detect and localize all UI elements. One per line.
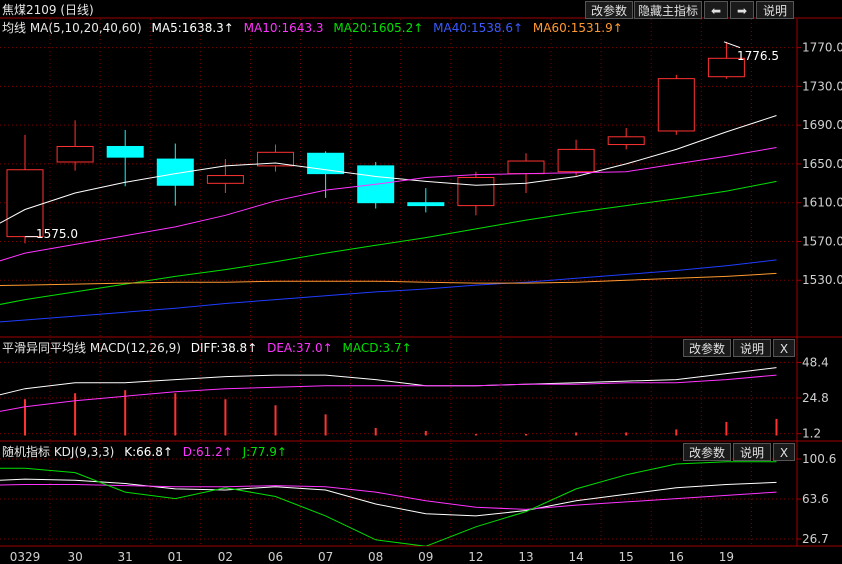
macd-value-legend: MACD:3.7↑ (342, 341, 412, 355)
candle-up (507, 160, 545, 175)
k-legend: K:66.8↑ (124, 445, 173, 459)
candle-up (457, 177, 495, 207)
diff-line (0, 367, 777, 396)
macd-close-icon[interactable]: X (773, 339, 795, 357)
price-tick-label: 1770.0 (802, 41, 842, 55)
candle-up (657, 78, 695, 132)
x-tick-label: 14 (568, 550, 583, 564)
candle-up (607, 136, 645, 146)
ma5-legend: MA5:1638.3↑ (151, 21, 234, 35)
macd-help-button[interactable]: 说明 (733, 339, 771, 357)
kdj-change-params-button[interactable]: 改参数 (683, 443, 731, 461)
candle-down (106, 145, 144, 158)
ma-legend-label: 均线 MA(5,10,20,40,60) (2, 21, 142, 35)
x-tick-label: 08 (368, 550, 383, 564)
candle-up (206, 175, 244, 184)
candle-up (56, 145, 94, 163)
low-price-label: 1575.0 (36, 227, 78, 241)
ma40-legend: MA40:1538.6↑ (433, 21, 524, 35)
candle-down (156, 158, 194, 186)
macd-tick-label: 48.4 (802, 355, 829, 369)
price-tick-label: 1690.0 (802, 118, 842, 132)
price-tick-label: 1650.0 (802, 157, 842, 171)
kdj-legend-label: 随机指标 KDJ(9,3,3) (2, 445, 115, 459)
j-legend: J:77.9↑ (242, 445, 287, 459)
main-indicator-legend: 均线 MA(5,10,20,40,60) MA5:1638.3↑ MA10:16… (2, 19, 629, 37)
next-arrow-icon[interactable]: ➡ (730, 1, 754, 19)
kdj-tick-label: 26.7 (802, 532, 829, 546)
kdj-tick-label: 100.6 (802, 452, 836, 466)
x-tick-label: 09 (418, 550, 433, 564)
dea-legend: DEA:37.0↑ (267, 341, 333, 355)
ma60-line (0, 272, 777, 287)
x-tick-label: 13 (518, 550, 533, 564)
x-tick-label: 12 (468, 550, 483, 564)
help-button[interactable]: 说明 (756, 1, 794, 19)
x-tick-label: 30 (67, 550, 82, 564)
macd-tick-label: 24.8 (802, 391, 829, 405)
x-tick-label: 16 (669, 550, 684, 564)
candle-down (407, 202, 445, 207)
price-tick-label: 1610.0 (802, 196, 842, 210)
page-title: 焦煤2109 (日线) (2, 3, 94, 17)
kdj-close-icon[interactable]: X (773, 443, 795, 461)
x-tick-label: 0329 (10, 550, 41, 564)
x-tick-label: 15 (619, 550, 634, 564)
kdj-tick-label: 63.6 (802, 492, 829, 506)
x-tick-label: 31 (118, 550, 133, 564)
diff-legend: DIFF:38.8↑ (190, 341, 258, 355)
ma60-legend: MA60:1531.9↑ (532, 21, 623, 35)
change-params-button[interactable]: 改参数 (585, 1, 633, 19)
candle-up (557, 148, 595, 173)
ma40-line (0, 259, 777, 323)
prev-arrow-icon[interactable]: ⬅ (704, 1, 728, 19)
macd-legend: 平滑异同平均线 MACD(12,26,9) DIFF:38.8↑ DEA:37.… (2, 339, 418, 357)
ma10-legend: MA10:1643.3 (243, 21, 324, 35)
macd-tick-label: 1.2 (802, 427, 821, 441)
k-line (0, 478, 777, 517)
j-line (0, 461, 777, 546)
macd-change-params-button[interactable]: 改参数 (683, 339, 731, 357)
candle-down (307, 152, 345, 175)
chart-canvas: 1770.01730.01690.01650.01610.01570.01530… (0, 17, 842, 564)
x-tick-label: 19 (719, 550, 734, 564)
x-tick-label: 07 (318, 550, 333, 564)
d-legend: D:61.2↑ (182, 445, 233, 459)
x-tick-label: 01 (168, 550, 183, 564)
price-tick-label: 1530.0 (802, 273, 842, 287)
ma20-legend: MA20:1605.2↑ (333, 21, 424, 35)
hide-main-indicator-button[interactable]: 隐藏主指标 (634, 1, 702, 19)
price-tick-label: 1730.0 (802, 79, 842, 93)
x-tick-label: 06 (268, 550, 283, 564)
kdj-help-button[interactable]: 说明 (733, 443, 771, 461)
x-tick-label: 02 (218, 550, 233, 564)
high-price-label: 1776.5 (737, 49, 779, 63)
macd-legend-label: 平滑异同平均线 MACD(12,26,9) (2, 341, 181, 355)
price-tick-label: 1570.0 (802, 234, 842, 248)
kdj-legend: 随机指标 KDJ(9,3,3) K:66.8↑ D:61.2↑ J:77.9↑ (2, 443, 293, 461)
